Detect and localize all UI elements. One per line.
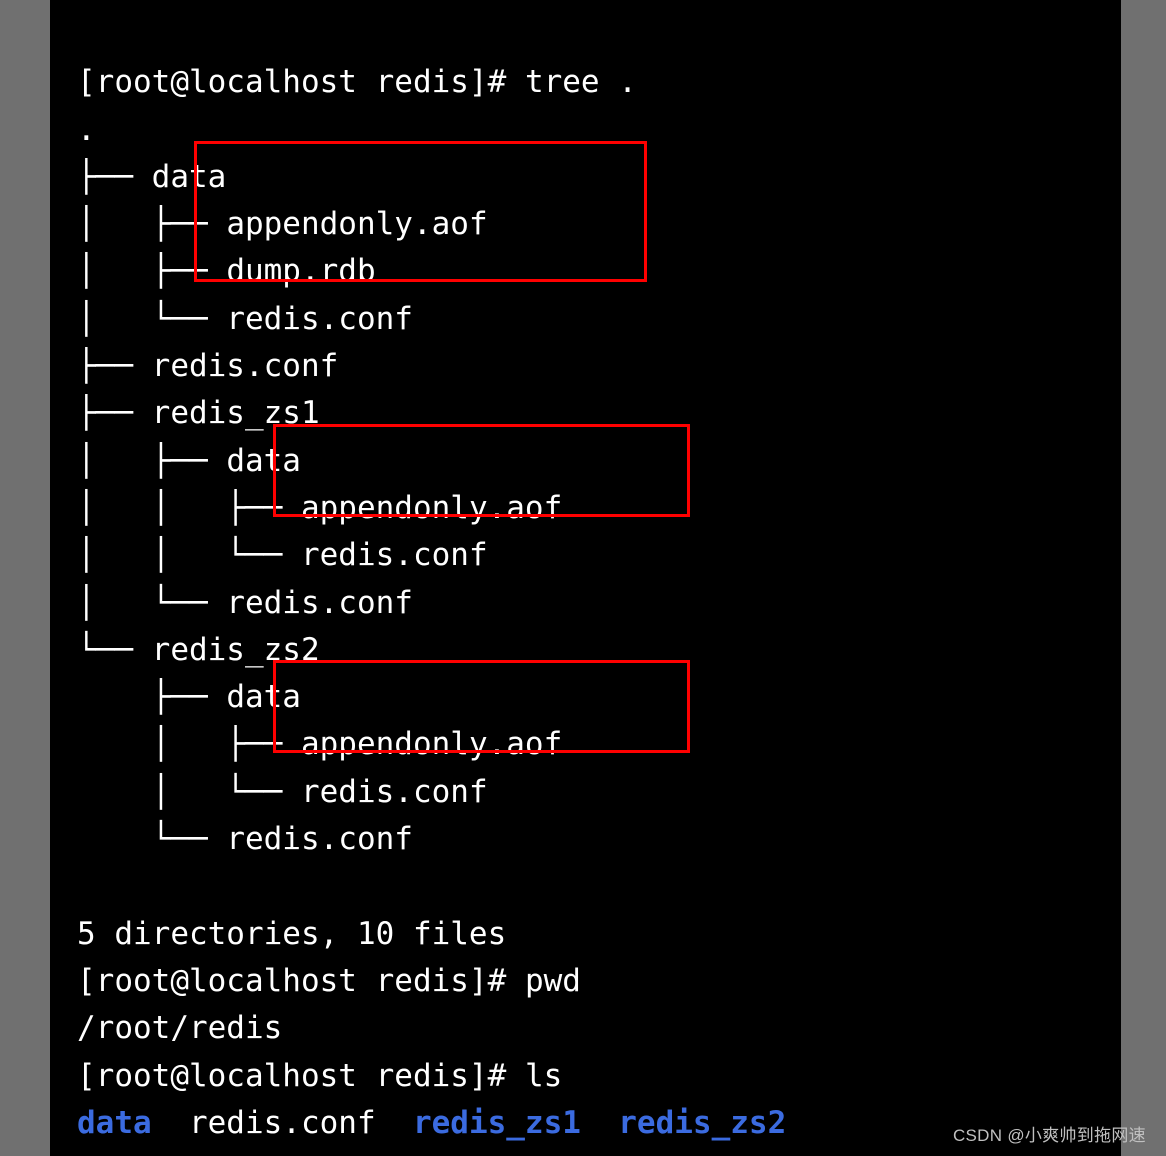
tree-item: appendonly.aof: [301, 490, 562, 526]
tree-item: redis.conf: [301, 774, 488, 810]
tree-summary: 5 directories, 10 files: [77, 916, 506, 952]
tree-item: redis.conf: [226, 821, 413, 857]
tree-item: redis.conf: [226, 301, 413, 337]
command-ls: ls: [525, 1058, 562, 1094]
tree-root: .: [77, 112, 96, 148]
watermark: CSDN @小爽帅到拖网速: [953, 1121, 1146, 1146]
terminal-output: [root@localhost redis]# tree . . ├── dat…: [50, 0, 1121, 1156]
tree-item: redis_zs2: [152, 632, 320, 668]
tree-item: data: [226, 679, 301, 715]
tree-item: redis.conf: [152, 348, 339, 384]
ls-dir: redis_zs1: [413, 1105, 581, 1141]
tree-item: appendonly.aof: [226, 206, 487, 242]
prompt: [root@localhost redis]#: [77, 963, 506, 999]
ls-file: redis.conf: [189, 1105, 376, 1141]
tree-item: data: [226, 443, 301, 479]
command-pwd: pwd: [525, 963, 581, 999]
tree-item: dump.rdb: [226, 253, 375, 289]
ls-dir: data: [77, 1105, 152, 1141]
pwd-output: /root/redis: [77, 1010, 282, 1046]
tree-item: redis.conf: [301, 537, 488, 573]
tree-item: redis.conf: [226, 585, 413, 621]
prompt: [root@localhost redis]#: [77, 1058, 506, 1094]
tree-item: data: [152, 159, 227, 195]
tree-item: appendonly.aof: [301, 726, 562, 762]
command-tree: tree .: [525, 64, 637, 100]
tree-item: redis_zs1: [152, 395, 320, 431]
prompt: [root@localhost redis]#: [77, 64, 506, 100]
ls-dir: redis_zs2: [618, 1105, 786, 1141]
